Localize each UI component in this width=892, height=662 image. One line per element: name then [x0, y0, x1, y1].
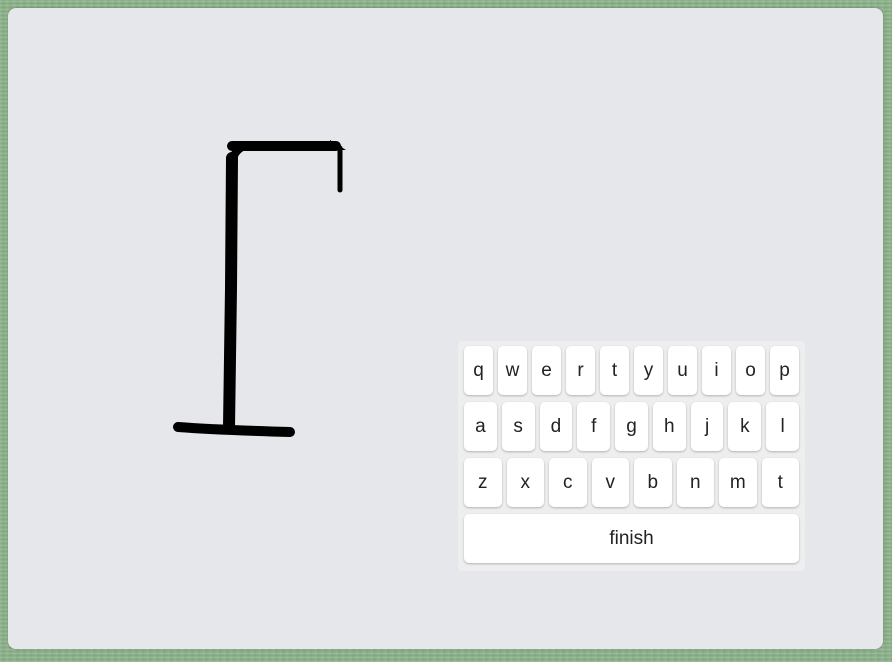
key-t[interactable]: t: [600, 346, 629, 395]
key-j[interactable]: j: [690, 402, 724, 451]
game-panel: q w e r t y u i o p a s d f g h j k l z …: [8, 8, 883, 649]
key-f[interactable]: f: [577, 402, 611, 451]
key-n[interactable]: n: [676, 458, 714, 507]
key-r[interactable]: r: [566, 346, 595, 395]
key-k[interactable]: k: [728, 402, 762, 451]
key-w[interactable]: w: [498, 346, 527, 395]
keyboard-row-finish: finish: [464, 514, 799, 563]
keyboard-row-1: q w e r t y u i o p: [464, 346, 799, 395]
key-d[interactable]: d: [539, 402, 573, 451]
keyboard-row-2: a s d f g h j k l: [464, 402, 800, 451]
key-p[interactable]: p: [770, 346, 799, 395]
key-l[interactable]: l: [766, 402, 800, 451]
gallows-drawing: [173, 140, 346, 437]
key-b[interactable]: b: [634, 458, 672, 507]
key-g[interactable]: g: [615, 402, 648, 451]
key-o[interactable]: o: [736, 346, 765, 395]
key-m[interactable]: m: [719, 458, 757, 507]
key-i[interactable]: i: [702, 346, 731, 395]
key-y[interactable]: y: [634, 346, 663, 395]
gallows-pole: [223, 152, 238, 433]
key-c[interactable]: c: [549, 458, 587, 507]
key-x[interactable]: x: [506, 458, 544, 507]
letter-keyboard: q w e r t y u i o p a s d f g h j k l z …: [458, 341, 805, 571]
key-e[interactable]: e: [532, 346, 561, 395]
key-z[interactable]: z: [464, 458, 502, 507]
key-h[interactable]: h: [652, 402, 686, 451]
gallows-brace: [230, 142, 248, 160]
key-s[interactable]: s: [501, 402, 535, 451]
keyboard-row-3: z x c v b n m t: [464, 458, 799, 507]
key-u[interactable]: u: [668, 346, 697, 395]
key-a[interactable]: a: [464, 402, 497, 451]
key-q[interactable]: q: [464, 346, 493, 395]
key-v[interactable]: v: [591, 458, 629, 507]
finish-button[interactable]: finish: [464, 514, 799, 563]
key-t-extra[interactable]: t: [761, 458, 799, 507]
